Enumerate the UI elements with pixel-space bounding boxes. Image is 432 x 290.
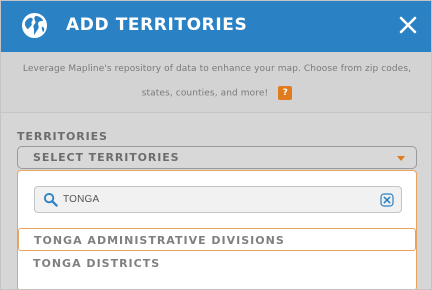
- close-icon[interactable]: [397, 14, 419, 36]
- help-icon[interactable]: ?: [278, 86, 293, 100]
- caret-down-icon: [397, 156, 405, 161]
- territories-select-placeholder: SELECT TERRITORIES: [33, 151, 180, 164]
- globe-icon: [21, 12, 48, 39]
- territories-dropdown-panel: TONGA ADMINISTRATIVE DIVISIONS TONGA DIS…: [17, 170, 417, 289]
- option-tonga-administrative-divisions[interactable]: TONGA ADMINISTRATIVE DIVISIONS: [18, 228, 416, 251]
- search-icon: [43, 192, 58, 207]
- option-label: TONGA ADMINISTRATIVE DIVISIONS: [34, 234, 285, 247]
- description-text-line-2-label: states, counties, and more!: [141, 88, 269, 99]
- search-box: [34, 186, 402, 213]
- add-territories-dialog: ADD TERRITORIES Leverage Mapline's repos…: [0, 0, 432, 290]
- dialog-header: ADD TERRITORIES: [1, 1, 431, 52]
- dialog-title: ADD TERRITORIES: [66, 15, 248, 35]
- territories-label: TERRITORIES: [17, 130, 108, 143]
- description-panel: Leverage Mapline's repository of data to…: [1, 52, 431, 113]
- option-tonga-districts[interactable]: TONGA DISTRICTS: [18, 252, 416, 275]
- description-text-line-1: Leverage Mapline's repository of data to…: [22, 64, 412, 74]
- territories-select[interactable]: SELECT TERRITORIES: [17, 146, 417, 169]
- description-text-line-2: states, counties, and more!?: [1, 86, 431, 100]
- option-label: TONGA DISTRICTS: [33, 257, 161, 270]
- clear-icon[interactable]: [380, 193, 394, 207]
- search-input[interactable]: [63, 190, 363, 209]
